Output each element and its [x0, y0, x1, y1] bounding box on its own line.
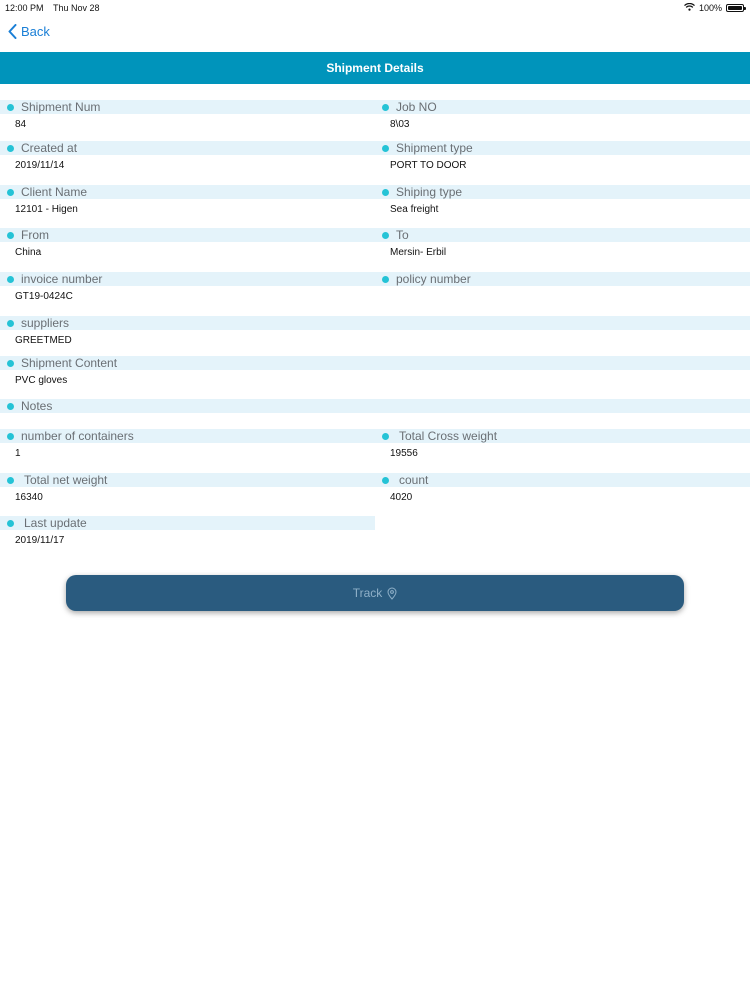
field-suppliers: suppliers GREETMED	[0, 316, 750, 356]
battery-icon	[726, 4, 746, 12]
field-job-no: Job NO 8\03	[375, 100, 750, 140]
field-total-cross-weight: Total Cross weight 19556	[375, 429, 750, 469]
map-pin-icon	[387, 587, 397, 600]
field-label: Total Cross weight	[399, 429, 498, 443]
bullet-icon	[7, 476, 14, 484]
chevron-left-icon	[8, 24, 17, 39]
field-shipment-type: Shipment type PORT TO DOOR	[375, 141, 750, 181]
status-date: Thu Nov 28	[53, 3, 100, 13]
field-value: Mersin- Erbil	[390, 247, 447, 258]
status-indicators: 100%	[684, 2, 746, 13]
field-label: Job NO	[396, 100, 437, 114]
field-label: count	[399, 473, 429, 487]
bullet-icon	[7, 144, 14, 152]
status-bar: 12:00 PM Thu Nov 28 100%	[0, 0, 750, 16]
field-label: Notes	[21, 399, 53, 413]
field-value: China	[15, 247, 42, 258]
bullet-icon	[7, 402, 14, 410]
field-label: Client Name	[21, 185, 88, 199]
field-label: Created at	[21, 141, 78, 155]
field-value: GT19-0424C	[15, 291, 73, 302]
field-label: Shipment Num	[21, 100, 101, 114]
field-client-name: Client Name 12101 - Higen	[0, 185, 375, 225]
field-value: 8\03	[390, 119, 410, 130]
field-shiping-type: Shiping type Sea freight	[375, 185, 750, 225]
wifi-icon	[684, 2, 695, 13]
bullet-icon	[382, 188, 389, 196]
field-invoice-number: invoice number GT19-0424C	[0, 272, 375, 312]
back-label: Back	[21, 24, 50, 39]
field-label: Total net weight	[24, 473, 108, 487]
field-count: count 4020	[375, 473, 750, 513]
field-label: Last update	[24, 516, 87, 530]
bullet-icon	[382, 432, 389, 440]
field-notes: Notes	[0, 399, 750, 419]
field-label: Shiping type	[396, 185, 463, 199]
nav-bar: Back	[0, 18, 750, 50]
field-value: 4020	[390, 492, 413, 503]
field-value: 2019/11/14	[15, 160, 65, 171]
field-value: 84	[15, 119, 27, 130]
track-label: Track	[352, 586, 383, 600]
field-number-of-containers: number of containers 1	[0, 429, 375, 469]
field-last-update: Last update 2019/11/17	[0, 516, 375, 556]
page-title: Shipment Details	[326, 61, 424, 75]
bullet-icon	[7, 519, 14, 527]
field-shipment-num: Shipment Num 84	[0, 100, 375, 140]
back-button[interactable]: Back	[8, 24, 50, 39]
page-title-bar: Shipment Details	[0, 52, 750, 84]
field-value: 19556	[390, 448, 418, 459]
field-shipment-content: Shipment Content PVC gloves	[0, 356, 750, 396]
field-policy-number: policy number	[375, 272, 750, 312]
field-value: PORT TO DOOR	[390, 160, 467, 171]
bullet-icon	[382, 144, 389, 152]
field-label: From	[21, 228, 49, 242]
battery-percent: 100%	[698, 3, 722, 13]
field-value: GREETMED	[15, 335, 72, 346]
field-label: number of containers	[21, 429, 134, 443]
field-label: suppliers	[21, 316, 70, 330]
field-total-net-weight: Total net weight 16340	[0, 473, 375, 513]
field-created-at: Created at 2019/11/14	[0, 141, 375, 181]
bullet-icon	[382, 231, 389, 239]
field-value: 2019/11/17	[15, 535, 65, 546]
field-value: 1	[15, 448, 21, 459]
status-time: 12:00 PM	[5, 3, 44, 13]
bullet-icon	[7, 231, 14, 239]
field-from: From China	[0, 228, 375, 268]
bullet-icon	[7, 188, 14, 196]
bullet-icon	[382, 275, 389, 283]
bullet-icon	[7, 103, 14, 111]
field-value: 16340	[15, 492, 43, 503]
bullet-icon	[382, 103, 389, 111]
bullet-icon	[7, 319, 14, 327]
bullet-icon	[7, 359, 14, 367]
field-label: To	[396, 228, 409, 242]
field-label: Shipment type	[396, 141, 473, 155]
bullet-icon	[7, 275, 14, 283]
field-value: Sea freight	[390, 204, 439, 215]
track-button[interactable]: Track	[66, 575, 684, 611]
bullet-icon	[7, 432, 14, 440]
field-value: PVC gloves	[15, 375, 68, 386]
field-label: Shipment Content	[21, 356, 118, 370]
field-to: To Mersin- Erbil	[375, 228, 750, 268]
field-label: invoice number	[21, 272, 103, 286]
field-value: 12101 - Higen	[15, 204, 78, 215]
field-label: policy number	[396, 272, 471, 286]
bullet-icon	[382, 476, 389, 484]
